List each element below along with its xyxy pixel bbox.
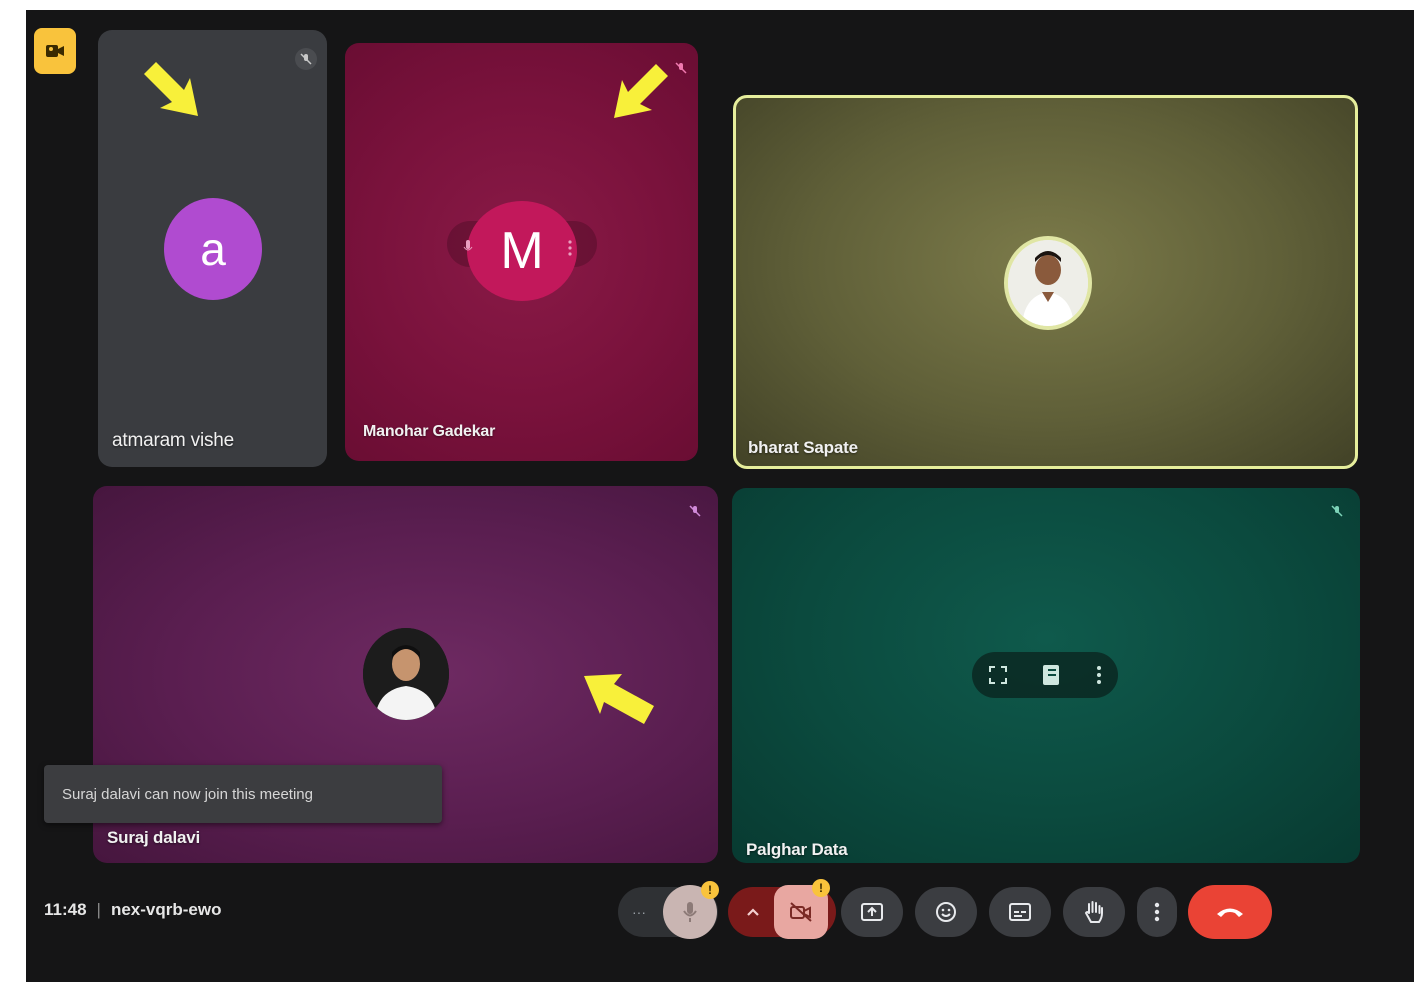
- meeting-info: 11:48 | nex-vqrb-ewo: [44, 900, 222, 920]
- pin-icon[interactable]: [1040, 662, 1064, 688]
- reactions-button[interactable]: [915, 887, 977, 937]
- participant-name: Palghar Data: [746, 840, 848, 859]
- camera-off-icon: [790, 902, 812, 922]
- mic-off-icon: [1326, 500, 1348, 522]
- meet-screen: a atmaram vishe M Manohar Gadekar bharat…: [26, 10, 1414, 982]
- annotation-arrow-icon: [614, 64, 668, 118]
- participant-name: atmaram vishe: [112, 430, 234, 451]
- participant-tile-bharat[interactable]: bharat Sapate: [733, 95, 1358, 469]
- annotation-arrow-icon: [584, 674, 654, 724]
- more-options-icon: ···: [632, 904, 646, 920]
- clock-time: 11:48: [44, 900, 87, 919]
- present-icon: [861, 903, 883, 921]
- fullscreen-icon[interactable]: [987, 664, 1009, 686]
- tile-hover-menu: [972, 652, 1118, 698]
- captions-button[interactable]: [989, 887, 1051, 937]
- participant-name: bharat Sapate: [748, 438, 858, 457]
- end-call-icon: [1217, 908, 1243, 917]
- present-button[interactable]: [841, 887, 903, 937]
- separator: |: [96, 900, 101, 919]
- more-vert-icon[interactable]: [1095, 664, 1103, 686]
- mic-off-icon: [295, 48, 317, 70]
- toast-text: Suraj dalavi can now join this meeting: [62, 785, 313, 803]
- end-call-button[interactable]: [1188, 885, 1272, 939]
- participant-name: Suraj dalavi: [107, 828, 201, 847]
- participant-name: Manohar Gadekar: [363, 423, 496, 440]
- avatar: [363, 628, 449, 720]
- mic-off-icon: [684, 500, 706, 522]
- meeting-code: nex-vqrb-ewo: [110, 900, 222, 919]
- participant-tile-atmaram[interactable]: a atmaram vishe: [98, 30, 327, 467]
- avatar-initial: a: [200, 223, 226, 275]
- captions-icon: [1009, 903, 1031, 921]
- more-actions-button[interactable]: [1137, 887, 1177, 937]
- avatar: M: [467, 201, 577, 301]
- mic-button[interactable]: !: [663, 881, 719, 939]
- chevron-up-icon: [747, 908, 759, 916]
- camera-toggle-button[interactable]: !: [774, 879, 830, 939]
- participant-tile-palghar[interactable]: Palghar Data: [732, 488, 1360, 863]
- avatar: [1004, 236, 1092, 330]
- raise-hand-button[interactable]: [1063, 887, 1125, 937]
- more-vert-icon: [1154, 902, 1160, 922]
- avatar: a: [164, 198, 262, 300]
- join-notification-toast: Suraj dalavi can now join this meeting: [44, 765, 442, 823]
- people-video-icon[interactable]: [34, 28, 76, 74]
- mic-icon: [683, 902, 697, 922]
- mic-icon[interactable]: [463, 239, 473, 255]
- mic-off-icon: [670, 57, 692, 79]
- raise-hand-icon: [1084, 901, 1103, 923]
- camera-warning-badge: !: [812, 879, 830, 897]
- more-vert-icon[interactable]: [567, 239, 573, 257]
- avatar-initial: M: [500, 222, 544, 280]
- emoji-icon: [936, 902, 956, 922]
- mic-warning-badge: !: [701, 881, 719, 899]
- annotation-arrow-icon: [144, 62, 198, 116]
